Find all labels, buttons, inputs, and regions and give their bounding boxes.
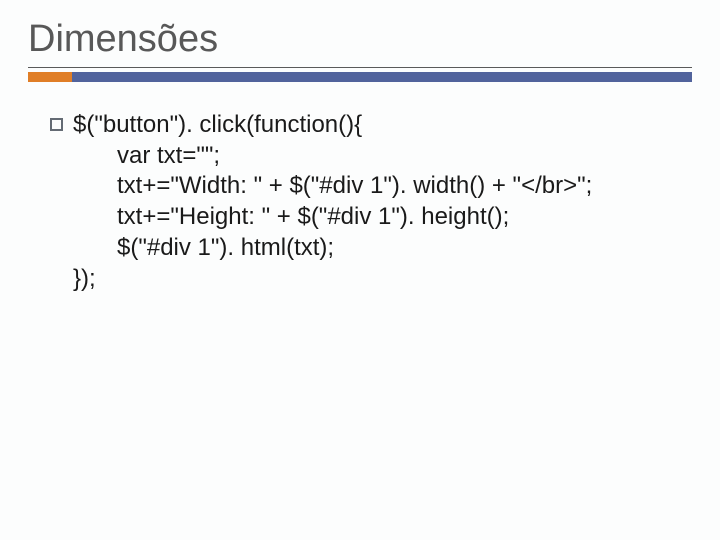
- code-line: var txt="";: [73, 141, 592, 172]
- bullet-item: $("button"). click(function(){ var txt="…: [50, 110, 692, 294]
- code-line: $("#div 1"). html(txt);: [73, 233, 592, 264]
- rule-thick: [28, 72, 692, 82]
- rule-accent-orange: [28, 72, 72, 82]
- title-rule: [28, 67, 692, 82]
- code-line: txt+="Width: " + $("#div 1"). width() + …: [73, 171, 592, 202]
- slide: Dimensões $("button"). click(function(){…: [0, 0, 720, 540]
- rule-thin: [28, 67, 692, 68]
- rule-accent-blue: [72, 72, 692, 82]
- code-line: txt+="Height: " + $("#div 1"). height();: [73, 202, 592, 233]
- code-line: });: [73, 264, 592, 295]
- code-line: $("button"). click(function(){: [73, 110, 592, 141]
- code-block: $("button"). click(function(){ var txt="…: [73, 110, 592, 294]
- bullet-square-icon: [50, 118, 63, 131]
- slide-title: Dimensões: [28, 18, 692, 61]
- slide-body: $("button"). click(function(){ var txt="…: [28, 110, 692, 294]
